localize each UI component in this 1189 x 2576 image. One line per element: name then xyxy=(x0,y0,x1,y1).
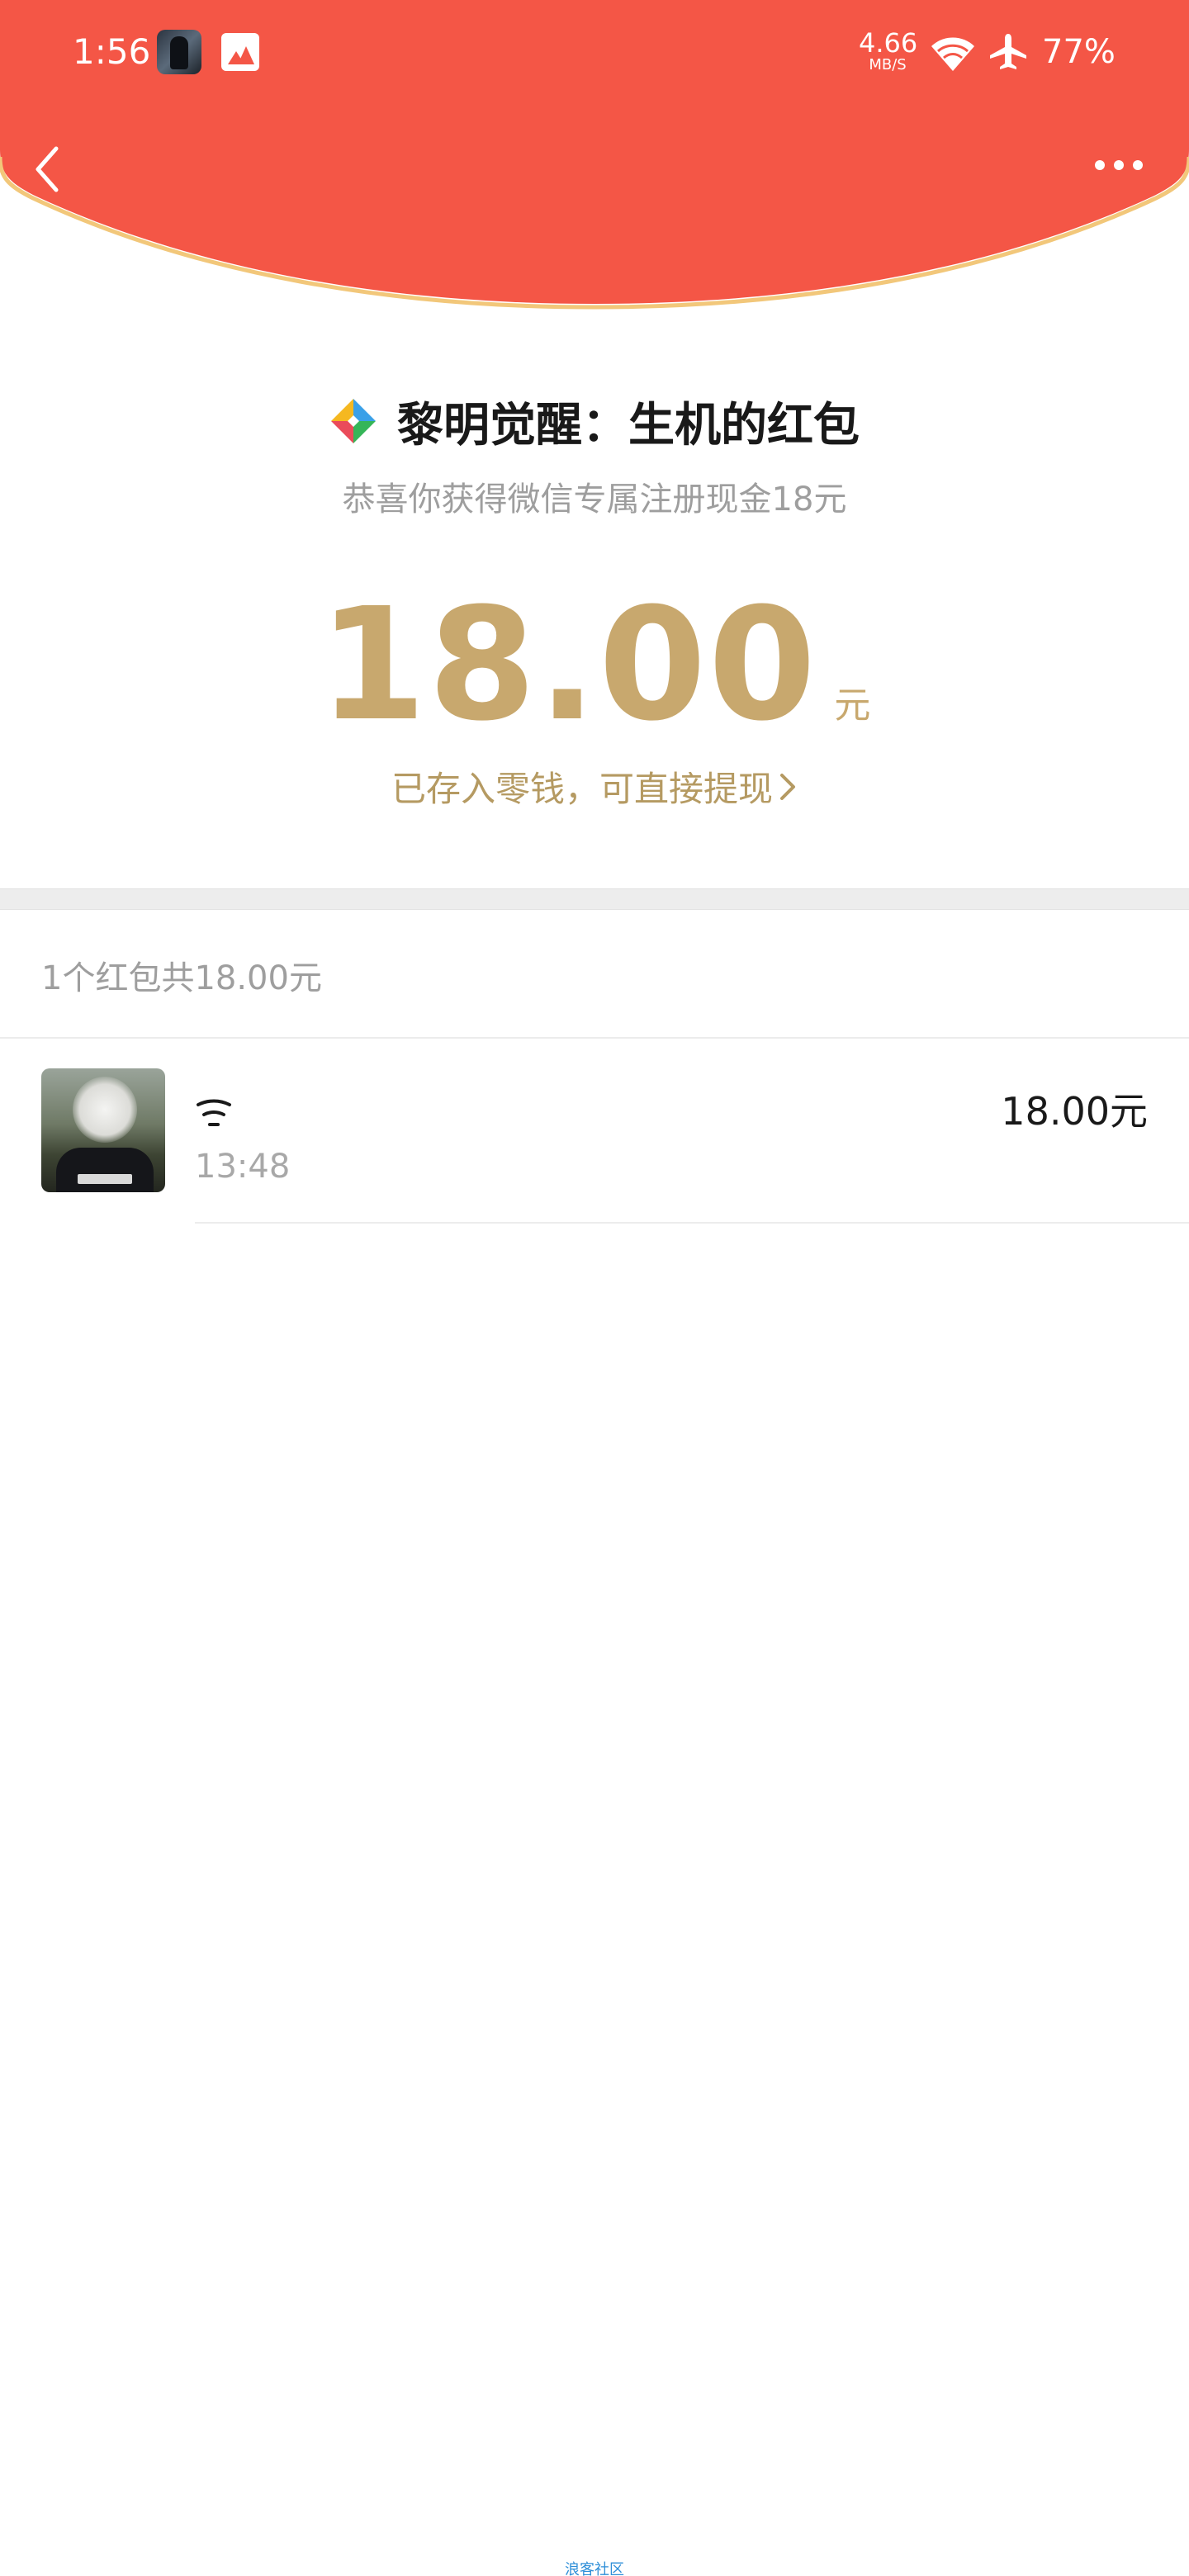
amount-row: 18.00 元 xyxy=(0,578,1189,743)
status-bar: 1:56 4.66 MB/S 77% xyxy=(0,0,1189,107)
status-time: 1:56 xyxy=(73,31,151,72)
game-logo-icon xyxy=(331,399,376,443)
packet-title: 黎明觉醒：生机的红包 xyxy=(397,398,860,452)
wifi-icon xyxy=(931,37,974,71)
red-packet-detail-page: 1:56 4.66 MB/S 77% 黎明觉醒：生机的红包 恭喜你获得微信专属注… xyxy=(0,0,1189,2576)
row-divider xyxy=(195,1222,1189,1224)
packet-title-row: 黎明觉醒：生机的红包 xyxy=(0,388,1189,454)
record-time: 13:48 xyxy=(195,1148,291,1186)
more-dots-icon xyxy=(1095,160,1143,170)
chevron-right-icon xyxy=(780,773,795,800)
network-speed: 4.66 MB/S xyxy=(859,30,917,73)
chevron-left-icon xyxy=(36,146,59,192)
more-button[interactable] xyxy=(1090,149,1148,182)
packet-subtitle: 恭喜你获得微信专属注册现金18元 xyxy=(342,481,847,519)
withdraw-link-label: 已存入零钱，可直接提现 xyxy=(391,769,773,809)
record-amount: 18.00元 xyxy=(1001,1089,1148,1134)
sender-name-icon xyxy=(197,1099,231,1126)
withdraw-link[interactable]: 已存入零钱，可直接提现 xyxy=(0,761,1189,812)
amount-unit: 元 xyxy=(834,684,871,727)
network-speed-value: 4.66 xyxy=(859,27,918,59)
footer-watermark: 浪客社区 xyxy=(565,2561,624,2576)
avatar[interactable] xyxy=(41,1068,165,1192)
battery-level: 77% xyxy=(1042,33,1116,71)
section-divider xyxy=(0,888,1189,910)
airplane-mode-icon xyxy=(990,34,1026,69)
network-speed-unit: MB/S xyxy=(869,56,907,73)
back-button[interactable] xyxy=(25,140,74,198)
app-thumbnail-icon xyxy=(157,30,201,74)
packet-amount: 18.00 xyxy=(318,575,818,755)
gallery-icon xyxy=(221,33,259,71)
list-item[interactable]: 13:48 18.00元 xyxy=(0,1039,1189,1224)
packet-summary: 1个红包共18.00元 xyxy=(41,959,322,997)
